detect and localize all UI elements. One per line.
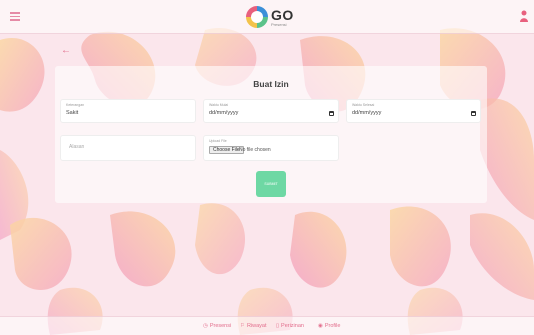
alasan-textarea[interactable]: Alasan [60, 135, 196, 161]
waktu-mulai-value: dd/mm/yyyy [209, 110, 239, 116]
user-icon[interactable] [520, 10, 528, 22]
nav-label: Riwayat [246, 323, 267, 329]
app-logo[interactable]: GO Presensi [246, 4, 294, 30]
keterangan-label: Keterangan [66, 103, 85, 107]
profile-icon: ◉ [318, 323, 323, 329]
nav-presensi[interactable]: ◷ Presensi [203, 323, 231, 329]
logo-subtext: Presensi [271, 21, 287, 27]
keterangan-value: Sakit [66, 110, 79, 116]
top-bar: GO Presensi [0, 0, 534, 34]
waktu-mulai-field[interactable]: Waktu Mulai dd/mm/yyyy [203, 99, 339, 123]
nav-label: Profile [324, 323, 341, 329]
nav-riwayat[interactable]: ⚐ Riwayat [240, 323, 267, 329]
clock-icon: ◷ [203, 323, 208, 329]
upload-file-label: Upload File [209, 139, 227, 143]
waktu-mulai-label: Waktu Mulai [209, 103, 229, 107]
calendar-icon[interactable] [471, 111, 476, 116]
bottom-nav: ◷ Presensi ⚐ Riwayat ▯ Perizinan ◉ Profi… [0, 316, 534, 335]
back-arrow-icon[interactable]: ← [61, 45, 71, 56]
document-icon: ▯ [276, 323, 280, 329]
waktu-selesai-field[interactable]: Waktu Selesai dd/mm/yyyy [346, 99, 481, 123]
upload-file-field[interactable]: Upload File Choose File No file chosen [203, 135, 339, 161]
logo-mark [246, 6, 268, 28]
keterangan-select[interactable]: Keterangan Sakit [60, 99, 196, 123]
alasan-placeholder: Alasan [69, 144, 85, 150]
submit-button[interactable]: SUBMIT [256, 171, 286, 197]
hamburger-icon[interactable] [10, 12, 20, 21]
nav-label: Perizinan [281, 323, 304, 329]
nav-profile[interactable]: ◉ Profile [318, 323, 340, 329]
history-icon: ⚐ [240, 323, 245, 329]
waktu-selesai-label: Waktu Selesai [352, 103, 375, 107]
logo-text: GO [271, 6, 294, 23]
waktu-selesai-value: dd/mm/yyyy [352, 110, 382, 116]
nav-label: Presensi [209, 323, 232, 329]
calendar-icon[interactable] [329, 111, 334, 116]
file-status-text: No file chosen [239, 147, 271, 153]
form-title: Buat Izin [253, 79, 289, 89]
nav-perizinan[interactable]: ▯ Perizinan [276, 323, 304, 329]
